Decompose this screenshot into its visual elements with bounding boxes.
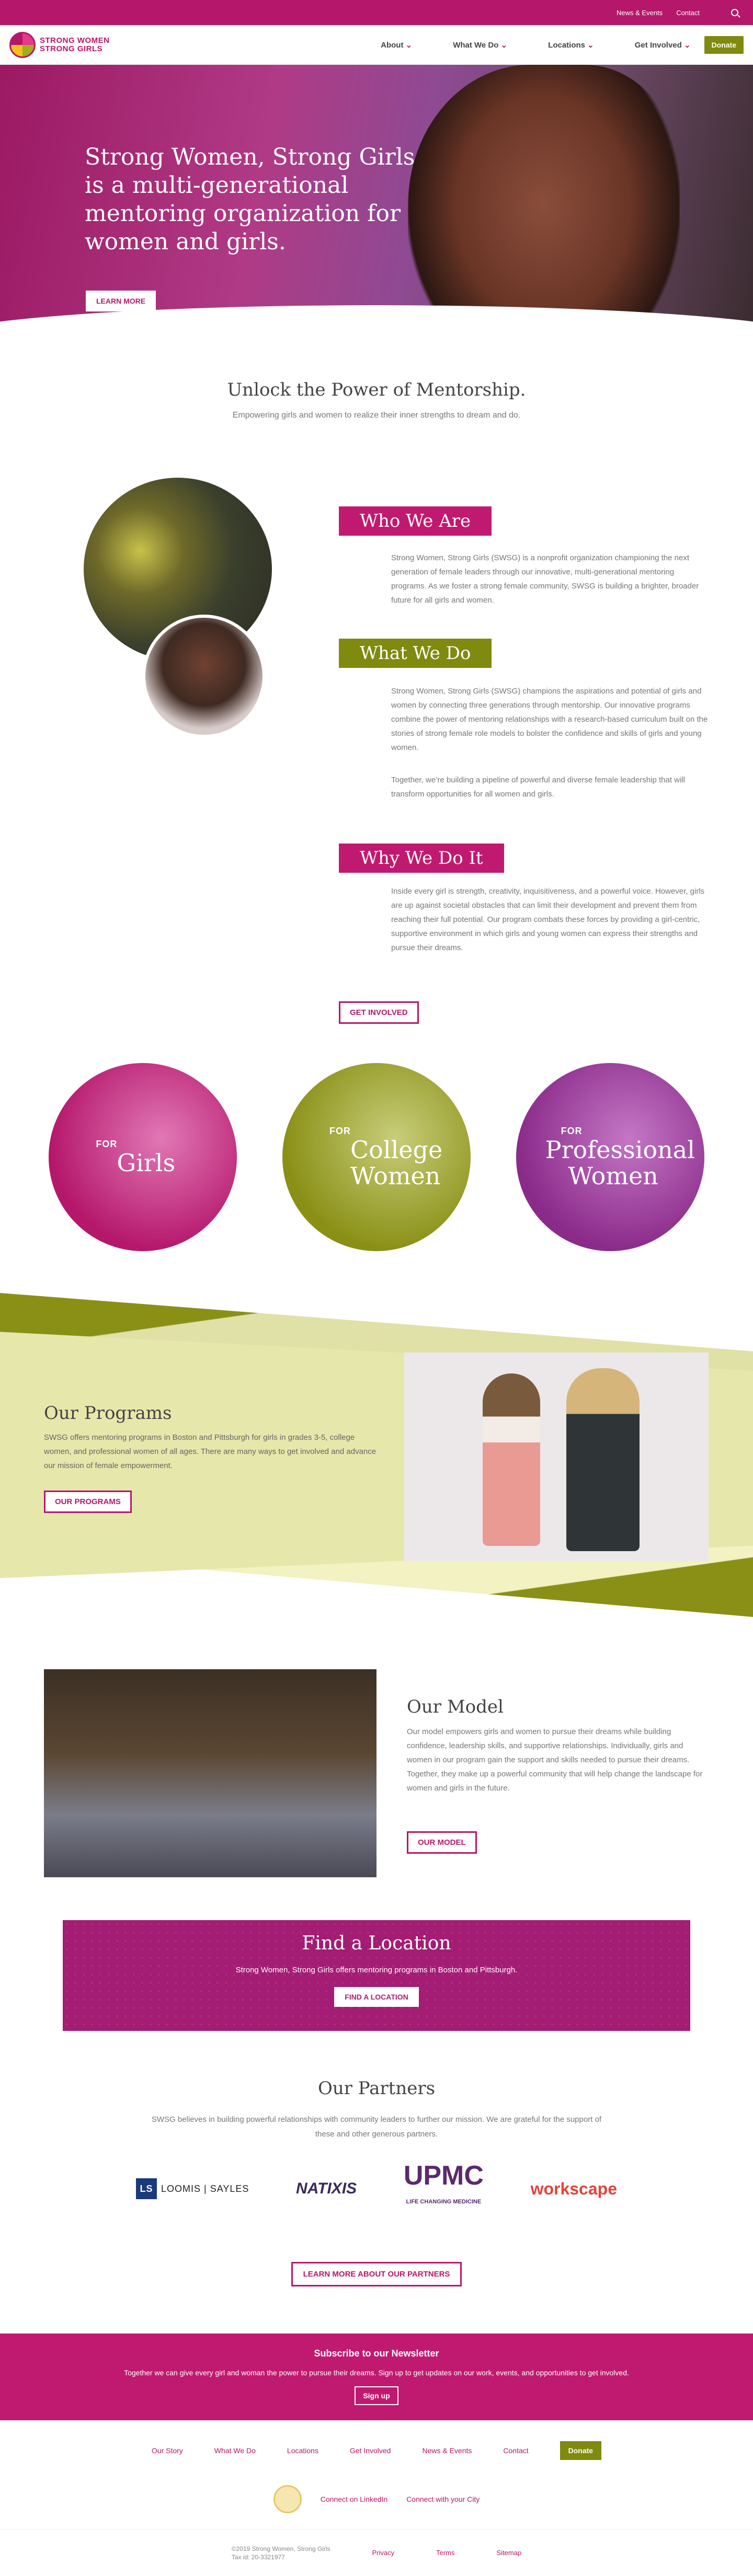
loomis-name: LOOMIS | SAYLES — [161, 2183, 249, 2194]
model-section: Our Model Our model empowers girls and w… — [0, 1648, 753, 1920]
partners-title: Our Partners — [317, 2078, 436, 2099]
find-location-banner: Find a Location Strong Women, Strong Gir… — [63, 1920, 690, 2031]
donate-button[interactable]: Donate — [704, 36, 744, 54]
sign-up-button[interactable]: Sign up — [355, 2386, 398, 2405]
hero-photo — [408, 65, 680, 342]
upmc-logo[interactable]: UPMC LIFE CHANGING MEDICINE — [403, 2161, 484, 2215]
partner-logos: LS LOOMIS | SAYLES NATIXIS UPMC LIFE CHANG… — [136, 2161, 617, 2215]
main-nav: STRONG WOMENSTRONG GIRLS About What We D… — [0, 25, 753, 65]
seal-badge-icon — [273, 2485, 302, 2513]
hero-headline: Strong Women, Strong Girls is a multi-ge… — [85, 144, 415, 255]
workscape-logo[interactable]: workscape — [531, 2179, 617, 2199]
programs-text: SWSG offers mentoring programs in Boston… — [44, 1433, 376, 1470]
footer-link-our-story[interactable]: Our Story — [152, 2446, 183, 2455]
girl-figure-1 — [483, 1373, 540, 1546]
nav-item-locations[interactable]: Locations — [548, 40, 594, 50]
privacy-link[interactable]: Privacy — [372, 2549, 395, 2557]
find-location-button[interactable]: FIND A LOCATION — [334, 1987, 419, 2007]
for-label: FOR — [561, 1125, 583, 1136]
copyright: ©2019 Strong Women, Strong Girls Tax id: … — [232, 2545, 330, 2561]
nav-item-get-involved[interactable]: Get Involved — [635, 40, 691, 50]
news-events-link[interactable]: News & Events — [617, 9, 663, 17]
programs-section: Our Programs SWSG offers mentoring progr… — [0, 1293, 753, 1617]
who-we-are-text: Strong Women, Strong Girls (SWSG) is a n… — [391, 553, 699, 605]
footer-link-contact[interactable]: Contact — [503, 2446, 528, 2455]
audience-name: Girls — [117, 1148, 176, 1177]
audience-name: College Women — [350, 1135, 443, 1190]
loomis-sayles-logo[interactable]: LS LOOMIS | SAYLES — [136, 2178, 249, 2199]
terms-link[interactable]: Terms — [436, 2549, 454, 2557]
model-text: Our model empowers girls and women to pu… — [407, 1727, 703, 1793]
audience-name: Professional Women — [545, 1135, 695, 1190]
logo-mark-icon — [9, 31, 36, 58]
programs-title: Our Programs — [44, 1403, 172, 1424]
copyright-text: ©2019 Strong Women, Strong Girls — [231, 2545, 330, 2552]
search-icon[interactable] — [731, 9, 738, 16]
audience-circles: FOR Girls FOR College Women FOR Professi… — [0, 1063, 753, 1251]
girl-portrait-circle — [142, 615, 266, 738]
footer-nav: Our Story What We Do Locations Get Invol… — [0, 2420, 753, 2460]
footer-link-get-involved[interactable]: Get Involved — [350, 2446, 391, 2455]
nav-item-about[interactable]: About — [381, 40, 412, 50]
contact-link[interactable]: Contact — [676, 9, 700, 17]
learn-more-button[interactable]: LEARN MORE — [86, 291, 156, 311]
for-girls-card[interactable]: FOR Girls — [49, 1063, 237, 1251]
our-programs-button[interactable]: OUR PROGRAMS — [44, 1491, 132, 1513]
sitemap-link[interactable]: Sitemap — [497, 2549, 522, 2557]
partners-text: SWSG believes in building powerful relat… — [151, 2115, 602, 2139]
upmc-tagline: LIFE CHANGING MEDICINE — [406, 2199, 482, 2205]
natixis-logo[interactable]: NATIXIS — [296, 2180, 357, 2198]
get-involved-button[interactable]: GET INVOLVED — [339, 1001, 419, 1024]
what-we-do-title: What We Do — [339, 639, 492, 668]
footer-link-locations[interactable]: Locations — [287, 2446, 318, 2455]
footer-link-what-we-do[interactable]: What We Do — [214, 2446, 256, 2455]
footer-social: Connect on LinkedIn Connect with your Ci… — [0, 2485, 753, 2513]
linkedin-link[interactable]: Connect on LinkedIn — [321, 2495, 387, 2503]
city-connect-link[interactable]: Connect with your City — [406, 2495, 480, 2503]
upmc-name: UPMC — [403, 2161, 484, 2191]
hero-banner: Strong Women, Strong Girls is a multi-ge… — [0, 65, 753, 342]
who-we-are-title: Who We Are — [339, 506, 492, 536]
our-model-button[interactable]: OUR MODEL — [407, 1831, 477, 1854]
nav-menu: About What We Do Locations Get Involved — [381, 40, 690, 50]
programs-photo — [404, 1353, 709, 1562]
loomis-mark: LS — [136, 2178, 157, 2199]
newsletter-section: Subscribe to our Newsletter Together we … — [0, 2334, 753, 2420]
nav-item-what-we-do[interactable]: What We Do — [453, 40, 507, 50]
model-title: Our Model — [407, 1696, 504, 1717]
footer-donate-button[interactable]: Donate — [560, 2441, 602, 2460]
newsletter-title: Subscribe to our Newsletter — [314, 2348, 439, 2359]
for-label: FOR — [329, 1125, 351, 1136]
for-label: FOR — [96, 1138, 118, 1149]
girl-figure-2 — [566, 1368, 640, 1551]
learn-more-partners-button[interactable]: LEARN MORE ABOUT OUR PARTNERS — [291, 2262, 462, 2286]
tax-id: Tax id: 20-3321977 — [231, 2553, 285, 2561]
top-utility-bar: News & Events Contact — [0, 0, 753, 25]
logo-line1: STRONG WOMEN — [40, 36, 110, 45]
model-group-photo — [44, 1669, 376, 1877]
about-section: Who We Are Strong Women, Strong Girls (S… — [0, 420, 753, 1058]
why-we-do-it-title: Why We Do It — [339, 844, 504, 873]
footer-link-news-events[interactable]: News & Events — [422, 2446, 472, 2455]
find-location-text: Strong Women, Strong Girls offers mentor… — [235, 1966, 518, 1974]
what-we-do-text-2: Together, we’re building a pipeline of p… — [391, 776, 686, 799]
logo-line2: STRONG GIRLS — [40, 44, 103, 53]
unlock-section: Unlock the Power of Mentorship. Empoweri… — [0, 342, 753, 420]
for-college-women-card[interactable]: FOR College Women — [282, 1063, 471, 1251]
newsletter-text: Together we can give every girl and woma… — [124, 2369, 629, 2377]
partners-section: Our Partners SWSG believes in building p… — [0, 2031, 753, 2286]
for-professional-women-card[interactable]: FOR Professional Women — [516, 1063, 704, 1251]
what-we-do-text: Strong Women, Strong Girls (SWSG) champi… — [391, 687, 708, 752]
site-logo[interactable]: STRONG WOMEN STRONG GIRLS — [9, 31, 110, 58]
footer-bottom: ©2019 Strong Women, Strong Girls Tax id: … — [0, 2529, 753, 2576]
unlock-subtitle: Empowering girls and women to realize th… — [232, 411, 521, 420]
find-location-title: Find a Location — [302, 1933, 451, 1954]
why-we-do-it-text: Inside every girl is strength, creativit… — [391, 887, 705, 952]
unlock-title: Unlock the Power of Mentorship. — [227, 379, 526, 400]
